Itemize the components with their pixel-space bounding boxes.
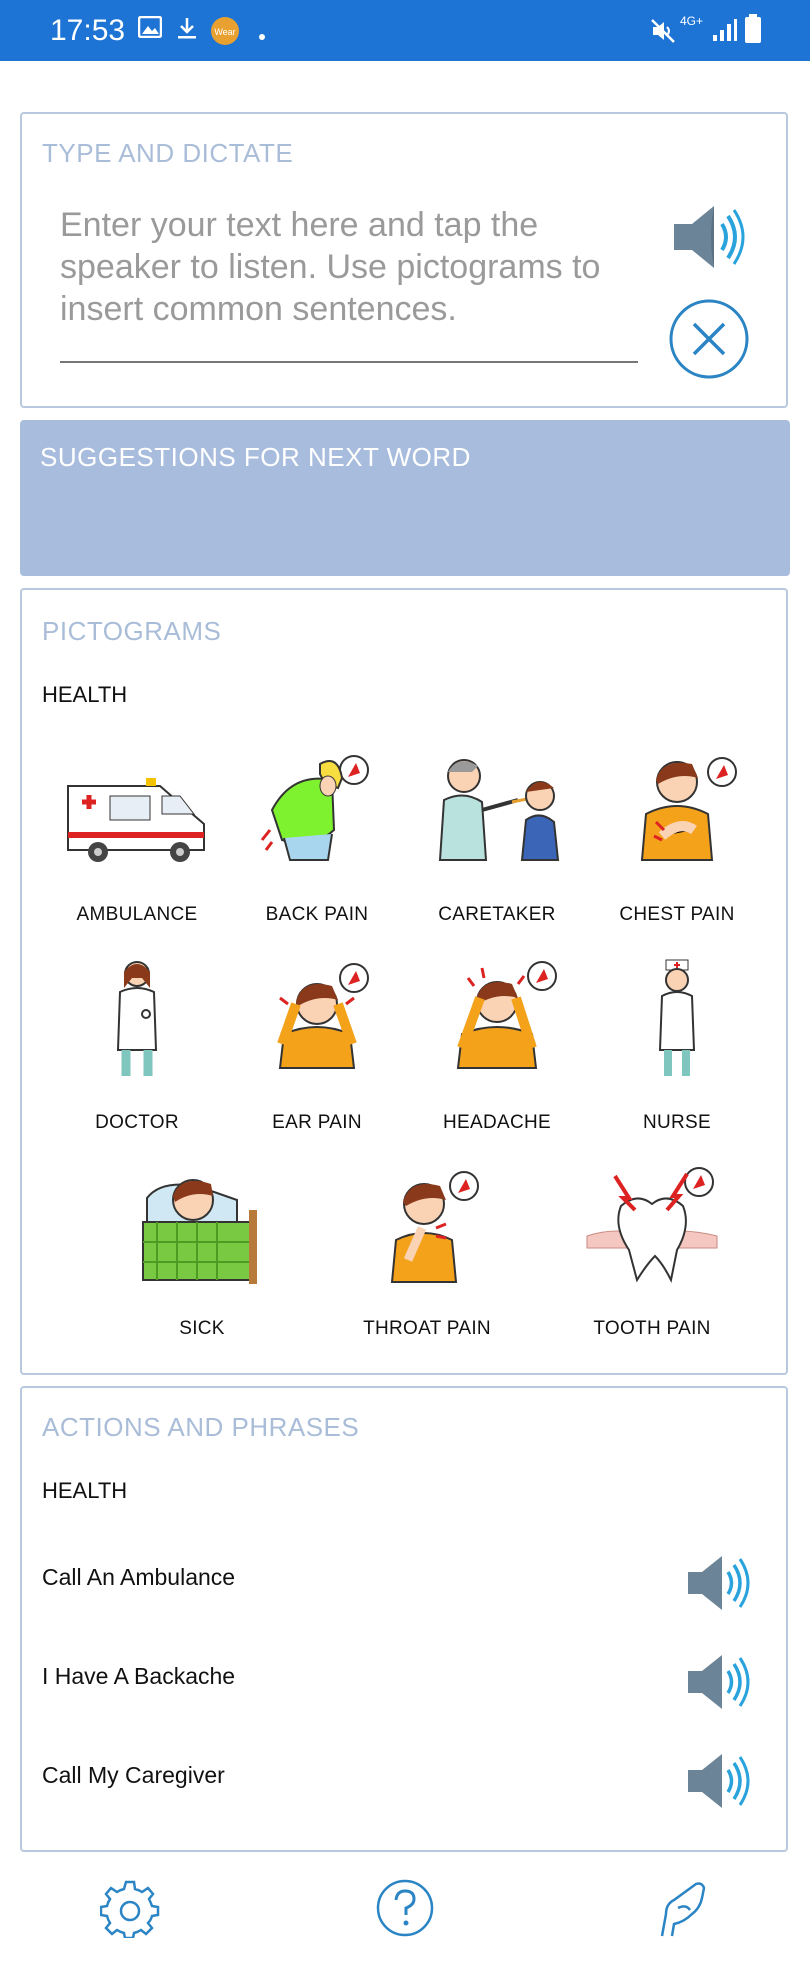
pictograms-category: HEALTH xyxy=(42,682,128,707)
phrase-row[interactable]: I Have A Backache xyxy=(22,1651,790,1711)
svg-text:Wear: Wear xyxy=(214,27,235,37)
pictogram-label: HEADACHE xyxy=(443,1112,551,1133)
clear-button[interactable] xyxy=(668,298,750,385)
phrase-text: Call My Caregiver xyxy=(42,1762,225,1788)
pictogram-headache[interactable]: HEADACHE xyxy=(412,958,582,1138)
type-and-dictate-title: TYPE AND DICTATE xyxy=(42,138,294,168)
speaker-icon[interactable] xyxy=(686,1651,752,1718)
pictogram-label: EAR PAIN xyxy=(272,1112,362,1133)
chest-pain-icon xyxy=(640,757,737,861)
doctor-icon xyxy=(116,961,158,1076)
speaker-icon[interactable] xyxy=(686,1750,752,1817)
hand-icon xyxy=(660,1882,706,1937)
help-icon xyxy=(376,1879,434,1937)
pictograms-title: PICTOGRAMS xyxy=(42,616,222,646)
throat-pain-icon xyxy=(390,1171,479,1283)
pictogram-tooth-pain[interactable]: TOOTH PAIN xyxy=(567,1164,737,1344)
pictogram-chest-pain[interactable]: CHEST PAIN xyxy=(592,750,762,930)
status-bar: 17:53 Wear 4G+ xyxy=(0,0,810,61)
pictogram-nurse[interactable]: NURSE xyxy=(592,958,762,1138)
pictograms-panel: PICTOGRAMS HEALTH AMBULANCE BACK PAIN CA… xyxy=(20,588,788,1375)
download-icon xyxy=(175,16,199,45)
speaker-icon[interactable] xyxy=(670,202,746,277)
back-pain-icon xyxy=(260,755,369,861)
signal-icon xyxy=(712,18,738,47)
mute-icon xyxy=(650,18,676,49)
pictogram-label: TOOTH PAIN xyxy=(593,1318,711,1339)
type-and-dictate-panel: TYPE AND DICTATE Enter your text here an… xyxy=(20,112,788,408)
phrase-text: Call An Ambulance xyxy=(42,1564,236,1590)
battery-icon xyxy=(744,14,762,49)
pictogram-doctor[interactable]: DOCTOR xyxy=(52,958,222,1138)
pictogram-label: CHEST PAIN xyxy=(619,904,735,925)
sick-icon xyxy=(142,1179,257,1284)
ambulance-icon xyxy=(67,778,205,862)
help-button[interactable] xyxy=(375,1878,435,1943)
pictogram-label: THROAT PAIN xyxy=(363,1318,491,1339)
phrase-row[interactable]: Call My Caregiver xyxy=(22,1750,790,1810)
text-input-underline xyxy=(60,361,638,363)
pictogram-label: CARETAKER xyxy=(438,904,556,925)
nurse-icon xyxy=(658,959,696,1076)
settings-button[interactable] xyxy=(99,1878,160,1943)
pictogram-label: DOCTOR xyxy=(95,1112,179,1133)
network-type: 4G+ xyxy=(680,14,704,28)
text-input[interactable]: Enter your text here and tap the speaker… xyxy=(60,204,638,330)
hand-button[interactable] xyxy=(652,1878,712,1943)
phrase-row[interactable]: Call An Ambulance xyxy=(22,1552,790,1612)
pictogram-back-pain[interactable]: BACK PAIN xyxy=(232,750,402,930)
suggestions-title: SUGGESTIONS FOR NEXT WORD xyxy=(40,442,471,472)
ear-pain-icon xyxy=(277,963,369,1069)
actions-title: ACTIONS AND PHRASES xyxy=(42,1412,360,1442)
actions-panel: ACTIONS AND PHRASES HEALTH Call An Ambul… xyxy=(20,1386,788,1852)
phrase-text: I Have A Backache xyxy=(42,1663,236,1689)
caretaker-icon xyxy=(438,759,560,861)
suggestions-panel: SUGGESTIONS FOR NEXT WORD xyxy=(20,420,790,576)
tooth-pain-icon xyxy=(586,1167,718,1284)
pictogram-sick[interactable]: SICK xyxy=(117,1164,287,1344)
pictogram-label: NURSE xyxy=(642,1112,711,1133)
headache-icon xyxy=(456,961,557,1069)
speaker-icon[interactable] xyxy=(686,1552,752,1619)
pictogram-caretaker[interactable]: CARETAKER xyxy=(412,750,582,930)
wear-icon: Wear xyxy=(210,16,240,51)
pictogram-label: SICK xyxy=(179,1318,225,1339)
gear-icon xyxy=(99,1880,160,1940)
pictogram-ear-pain[interactable]: EAR PAIN xyxy=(232,958,402,1138)
pictogram-label: AMBULANCE xyxy=(76,904,198,925)
dot-icon xyxy=(259,27,265,45)
close-icon xyxy=(669,299,749,379)
pictogram-label: BACK PAIN xyxy=(265,904,369,925)
gallery-icon xyxy=(137,15,163,43)
actions-category: HEALTH xyxy=(42,1478,128,1503)
pictogram-throat-pain[interactable]: THROAT PAIN xyxy=(342,1164,512,1344)
status-time: 17:53 xyxy=(50,14,126,47)
pictogram-ambulance[interactable]: AMBULANCE xyxy=(52,750,222,930)
